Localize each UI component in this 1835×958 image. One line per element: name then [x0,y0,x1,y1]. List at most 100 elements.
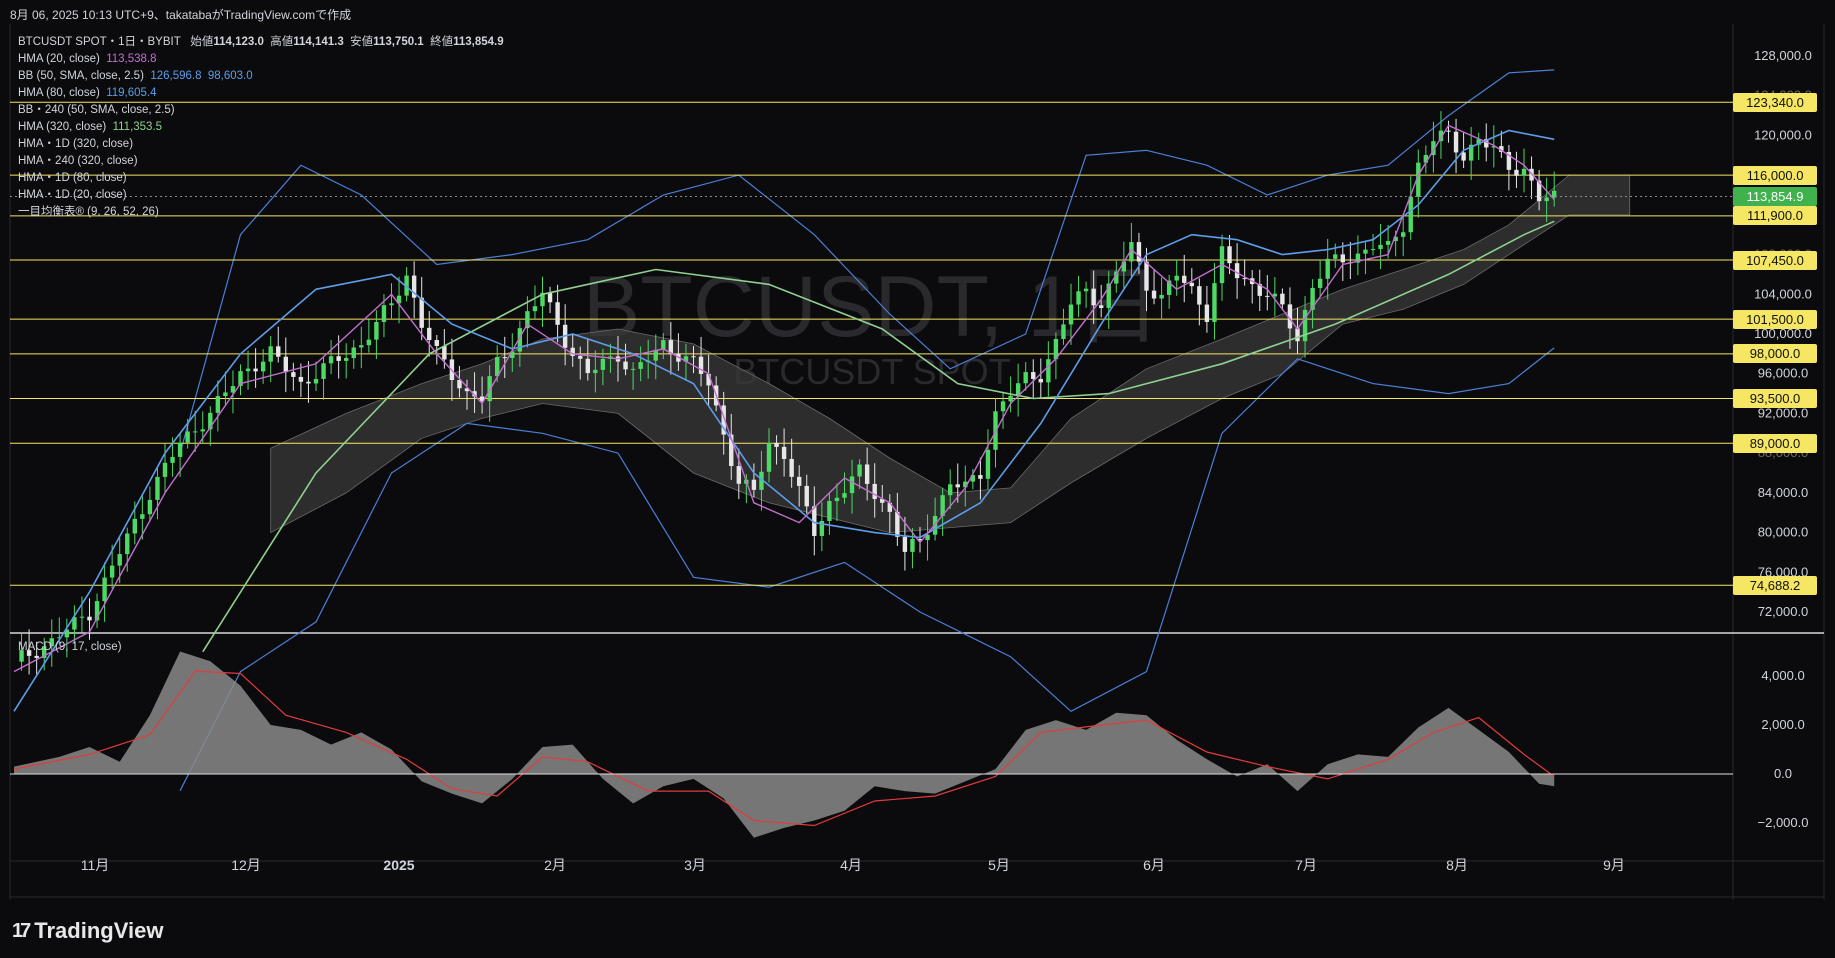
candle-body [804,485,809,507]
candle-body [978,475,983,479]
price-tick-label: 84,000.0 [1758,485,1809,500]
candle-body [1061,324,1066,339]
candle-body [1212,283,1217,322]
candle-body [298,376,304,382]
candle-body [1136,242,1142,262]
candle-body [570,347,575,357]
price-tick-label: 104,000.0 [1754,286,1812,301]
open-value: 114,123.0 [213,36,264,48]
time-tick-label: 8月 [1446,857,1468,873]
price-axis[interactable]: 128,000.0120,000.0104,000.0100,000.096,0… [1754,48,1812,619]
legend-hma1d-80[interactable]: HMA・1D (80, close) [18,170,504,187]
candle-body [147,499,153,515]
candle-body [1227,246,1232,264]
level-price-tag: 74,688.2 [1733,575,1817,595]
candle-body [532,306,538,312]
candle-body [140,514,145,519]
legend-hma320[interactable]: HMA (320, close) 111,353.5 [18,119,504,136]
candle-body [170,456,175,463]
close-value: 113,854.9 [453,36,504,48]
candle-body [600,358,606,370]
candle-body [623,361,628,370]
macd-legend[interactable]: MACD (9, 17, close) [18,641,122,653]
legend-bb240[interactable]: BB・240 (50, SMA, close, 2.5) [18,102,504,119]
legend-label: BB (50, SMA, close, 2.5) [18,70,144,82]
time-tick-label: 5月 [988,857,1010,873]
price-tick-label: 128,000.0 [1754,48,1812,63]
legend-ichimoku[interactable]: 一目均衡表® (9, 26, 52, 26) [18,204,504,221]
candle-body [1083,288,1089,292]
legend-bb[interactable]: BB (50, SMA, close, 2.5) 126,596.8 98,60… [18,68,504,85]
candle-body [79,616,85,618]
candle-body [502,357,507,359]
candle-body [698,356,704,374]
legend-label: HMA・1D (20, close) [18,189,127,201]
candle-body [1325,258,1330,279]
candle-body [1000,401,1006,412]
candle-body [781,446,787,459]
candle-body [842,493,847,498]
candle-body [381,305,387,322]
candle-body [155,476,160,500]
candle-body [1401,232,1406,237]
price-tick-label: 96,000.0 [1758,366,1809,381]
candle-body [1031,372,1036,379]
candle-body [1076,291,1081,305]
candle-body [1446,130,1451,132]
legend-value: 98,603.0 [207,70,253,82]
candle-body [1008,395,1013,402]
candle-body [1521,168,1527,176]
candle-body [1204,304,1210,322]
candle-body [1038,378,1043,383]
candle-body [389,303,394,306]
candle-body [1544,197,1549,202]
level-price-tag: 89,000.0 [1733,433,1817,453]
legend-label: HMA・1D (80, close) [18,172,127,184]
candle-body [1408,196,1413,233]
symbol-row[interactable]: BTCUSDT SPOT・1日・BYBIT 始値114,123.0 高値114,… [18,34,504,51]
legend-hma20[interactable]: HMA (20, close) 113,538.8 [18,51,504,68]
legend-hma80[interactable]: HMA (80, close) 119,605.4 [18,85,504,102]
candle-body [200,429,205,432]
candle-body [1280,293,1285,305]
candle-body [585,358,590,374]
header-title: 8月 06, 2025 10:13 UTC+9、takatabaがTrading… [10,8,352,22]
candle-body [578,356,583,359]
candle-body [910,538,915,552]
candle-body [1091,288,1096,306]
legend-hma1d-20[interactable]: HMA・1D (20, close) [18,187,504,204]
macd-tick-label: −2,000.0 [1758,815,1809,830]
candle-body [87,616,92,621]
candle-body [102,577,107,602]
candle-body [736,466,741,484]
candle-body [1272,293,1278,297]
candle-body [306,381,311,384]
time-tick-label: 11月 [81,857,110,873]
candle-body [177,442,183,457]
current-price-tag: 113,854.9 [1733,186,1817,206]
tradingview-wordmark: TradingView [34,918,164,943]
open-label: 始値 [190,36,214,48]
tradingview-logo[interactable]: 17 TradingView [12,918,163,944]
candle-body [1302,309,1308,342]
time-tick-label: 12月 [231,857,261,873]
candle-body [1144,261,1149,291]
candle-body [268,346,273,362]
legend-hma240-320[interactable]: HMA・240 (320, close) [18,153,504,170]
candle-body [1046,359,1051,383]
candle-body [253,368,258,372]
candle-body [849,476,855,494]
legend-value: 111,353.5 [112,121,163,133]
macd-tick-label: 4,000.0 [1761,668,1804,683]
candle-body [797,476,802,486]
time-tick-label: 2月 [544,857,566,873]
candle-body [336,356,341,361]
candle-body [1099,305,1104,309]
candle-body [1340,254,1345,263]
legend-hma1d-320[interactable]: HMA・1D (320, close) [18,136,504,153]
candle-body [1189,282,1194,287]
candle-body [321,363,326,379]
candle-body [245,368,251,372]
candle-body [593,369,598,374]
candle-body [1068,304,1074,325]
